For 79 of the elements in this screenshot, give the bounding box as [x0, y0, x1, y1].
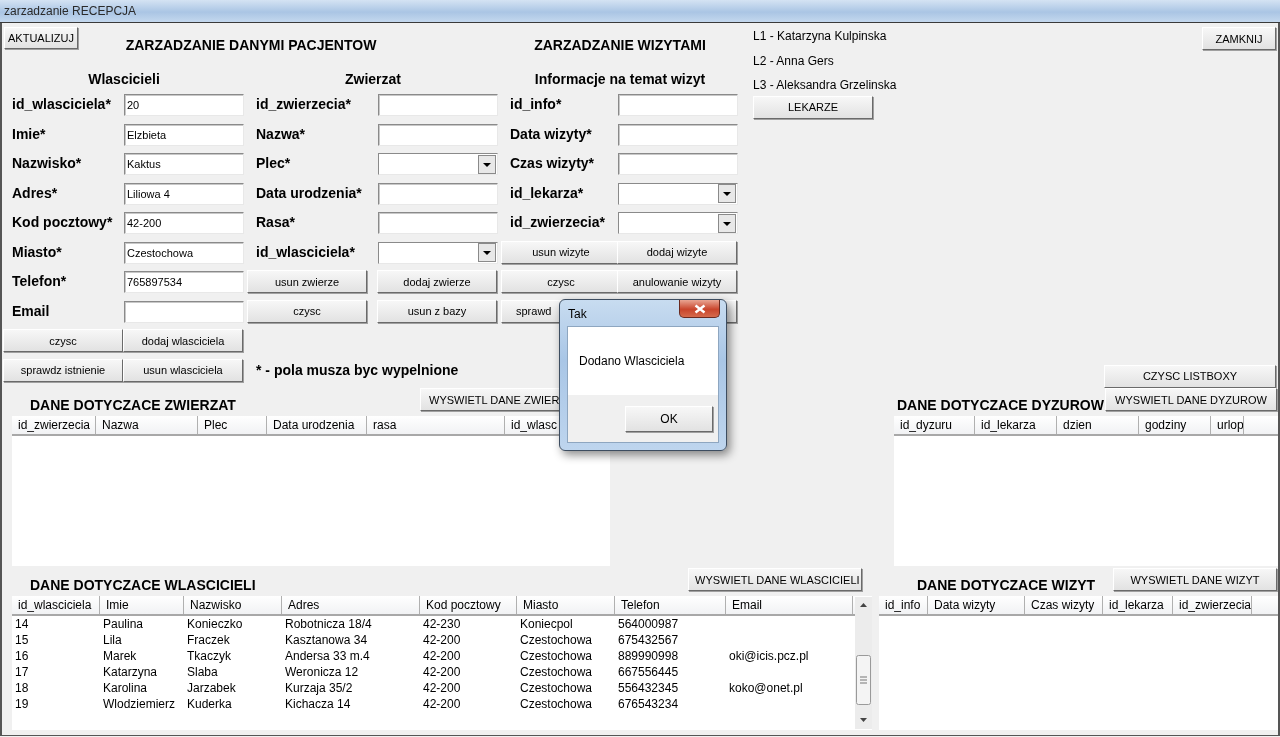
- list-title: DANE DOTYCZACE DYZUROW: [896, 397, 1104, 415]
- field-label: Data urodzenia*: [255, 183, 363, 203]
- form-subtitle: Informacje na temat wizyt: [533, 71, 707, 87]
- table-cell-text: Robotnicza 18/4: [284, 616, 373, 632]
- window-title: zarzadzanie RECEPCJA: [4, 4, 137, 18]
- table-cell-text: oki@icis.pcz.pl: [728, 648, 810, 664]
- section-heading: ZARZADZANIE DANYMI PACJENTOW: [125, 37, 377, 53]
- form-subtitle: Wlascicieli: [87, 71, 161, 87]
- table-cell-text: 42-200: [422, 632, 462, 648]
- doctor-label: L1 - Katarzyna Kulpinska: [753, 28, 887, 45]
- table-cell-text: koko@onet.pl: [728, 680, 804, 696]
- table-cell-text: Czestochowa: [519, 696, 594, 712]
- table-cell-text: Czestochowa: [519, 632, 594, 648]
- table-cell-text: Kuderka: [186, 696, 233, 712]
- table-cell-text: 564000987: [617, 616, 680, 632]
- table-cell-text: 556432345: [617, 680, 680, 696]
- doctor-label: L2 - Anna Gers: [753, 52, 834, 70]
- field-label: id_info*: [509, 95, 563, 114]
- doctor-label: L3 - Aleksandra Grzelinska: [753, 77, 897, 94]
- table-cell-text: 889990998: [617, 648, 680, 664]
- field-label: Email: [11, 301, 51, 321]
- table-cell-text: 18: [14, 680, 30, 696]
- dialog-title: Tak: [568, 307, 587, 321]
- field-label: Plec*: [255, 154, 292, 173]
- table-cell-text: Slaba: [186, 664, 219, 680]
- table-cell-text: 42-230: [422, 616, 462, 632]
- table-cell-text: Wlodziemierz: [102, 696, 176, 712]
- table-cell-text: 16: [14, 648, 30, 664]
- table-cell-text: Kichacza 14: [284, 696, 352, 712]
- table-cell-text: Marek: [102, 648, 138, 664]
- field-label: Imie*: [11, 124, 47, 144]
- list-title: DANE DOTYCZACE WIZYT: [916, 577, 1096, 595]
- list-title: DANE DOTYCZACE ZWIERZAT: [29, 397, 236, 415]
- table-cell-text: Tkaczyk: [186, 648, 232, 664]
- table-cell-text: Paulina: [102, 616, 145, 632]
- table-cell-text: 42-200: [422, 648, 462, 664]
- field-label: Kod pocztowy*: [11, 213, 114, 232]
- table-cell-text: Czestochowa: [519, 648, 594, 664]
- required-note: * - pola musza byc wypelnione: [256, 360, 459, 380]
- field-label: id_zwierzecia*: [255, 95, 352, 114]
- table-cell-text: Kasztanowa 34: [284, 632, 369, 648]
- table-cell-text: 17: [14, 664, 30, 680]
- field-label: Telefon*: [11, 272, 68, 291]
- table-cell-text: 42-200: [422, 696, 462, 712]
- table-cell-text: Lila: [102, 632, 123, 648]
- field-label: Nazwisko*: [11, 154, 83, 173]
- dialog-message: Dodano Wlasciciela: [578, 354, 685, 368]
- table-cell-text: 42-200: [422, 664, 462, 680]
- field-label: Rasa*: [255, 213, 296, 232]
- field-label: Miasto*: [11, 242, 63, 262]
- field-label: id_wlasciciela*: [11, 95, 112, 114]
- table-cell-text: Konieczko: [186, 616, 244, 632]
- table-cell-text: 19: [14, 696, 30, 712]
- field-label: Czas wizyty*: [509, 154, 596, 173]
- field-label: id_zwierzecia*: [509, 213, 606, 232]
- table-cell-text: 675432567: [617, 632, 680, 648]
- table-cell-text: Czestochowa: [519, 680, 594, 696]
- list-title: DANE DOTYCZACE WLASCICIELI: [29, 577, 256, 595]
- table-cell-text: Andersa 33 m.4: [284, 648, 371, 664]
- field-label: Nazwa*: [255, 124, 307, 144]
- field-label: id_wlasciciela*: [255, 242, 356, 262]
- field-label: Data wizyty*: [509, 124, 593, 144]
- table-cell-text: 14: [14, 616, 30, 632]
- table-cell-text: Jarzabek: [186, 680, 237, 696]
- table-cell-text: Koniecpol: [519, 616, 574, 632]
- field-label: Adres*: [11, 183, 59, 203]
- table-cell-text: Czestochowa: [519, 664, 594, 680]
- table-cell-text: Katarzyna: [102, 664, 159, 680]
- table-cell-text: 676543234: [617, 696, 680, 712]
- table-cell-text: Kurzaja 35/2: [284, 680, 354, 696]
- table-cell-text: Weronicza 12: [284, 664, 360, 680]
- form-subtitle: Zwierzat: [344, 71, 402, 87]
- field-label: id_lekarza*: [509, 183, 585, 203]
- table-cell-text: Fraczek: [186, 632, 231, 648]
- section-heading: ZARZADZANIE WIZYTAMI: [534, 37, 706, 53]
- table-cell-text: Karolina: [102, 680, 149, 696]
- table-cell-text: 667556445: [617, 664, 680, 680]
- table-cell-text: 15: [14, 632, 30, 648]
- table-cell-text: 42-200: [422, 680, 462, 696]
